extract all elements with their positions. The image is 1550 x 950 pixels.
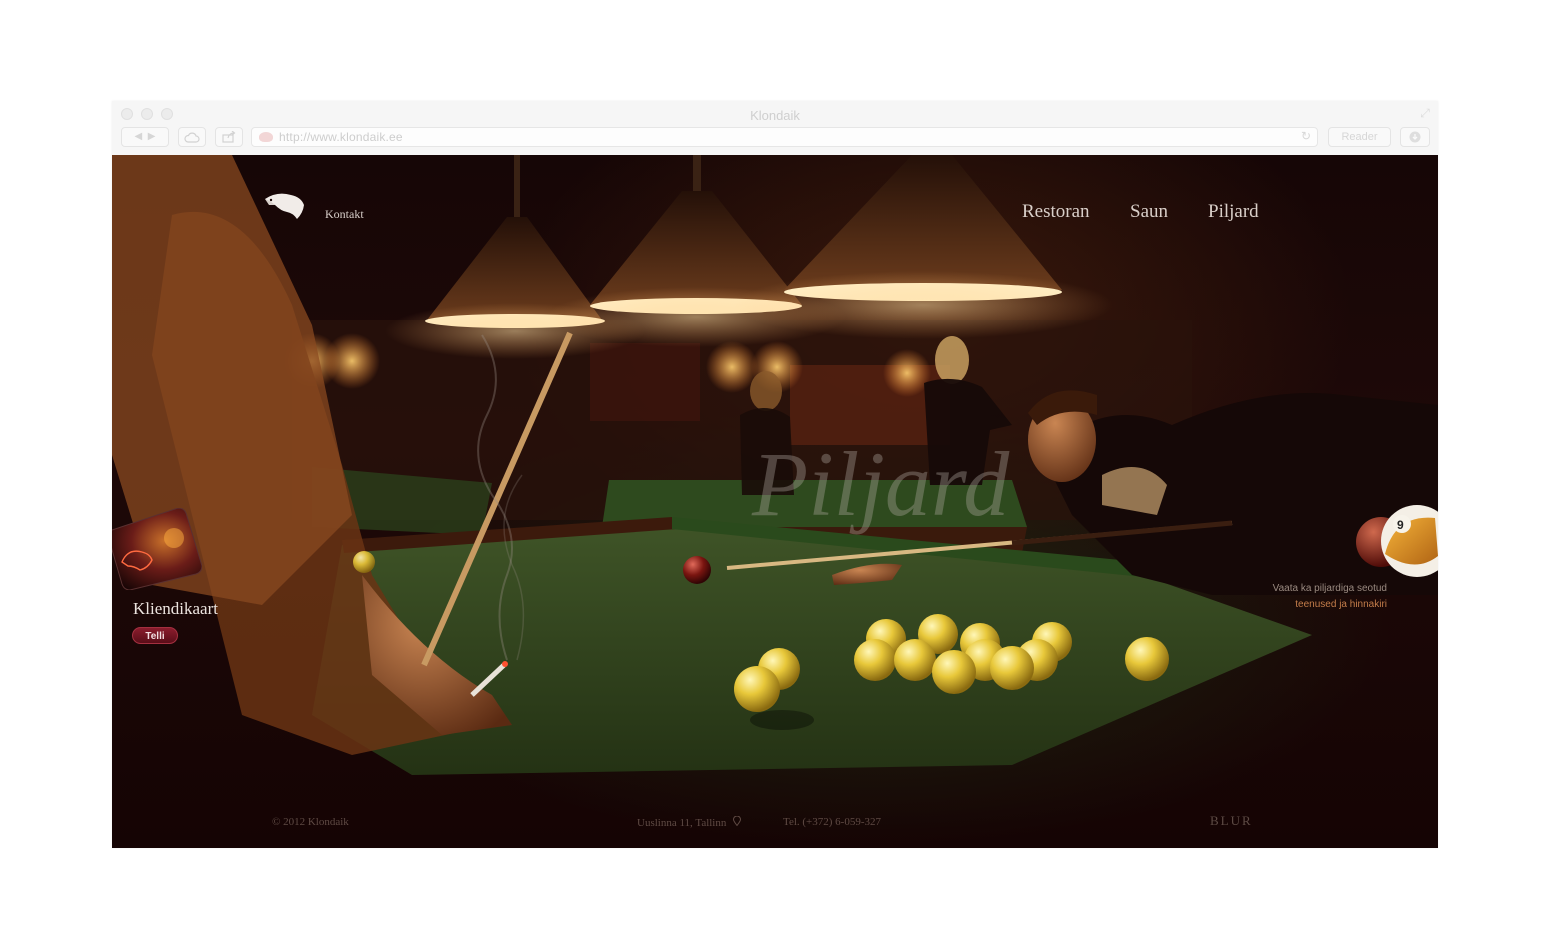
services-link-line1[interactable]: Vaata ka piljardiga seotud: [1273, 581, 1387, 597]
address-text[interactable]: Uuslinna 11, Tallinn: [637, 817, 726, 829]
icloud-tabs-button[interactable]: [178, 127, 206, 147]
reader-button[interactable]: Reader: [1328, 127, 1391, 147]
cloud-icon: [184, 132, 200, 143]
footer-phone: Tel. (+372) 6-059-327: [783, 816, 881, 828]
blur-agency-logo[interactable]: BLUR: [1210, 813, 1253, 829]
downloads-button[interactable]: [1400, 127, 1430, 147]
services-link-line2[interactable]: teenused ja hinnakiri: [1273, 597, 1387, 613]
browser-window: Klondaik ⤢ ◀ ▶ http://www.klondaik.ee ↻ …: [112, 101, 1438, 848]
piljard-services-link[interactable]: Vaata ka piljardiga seotud teenused ja h…: [1273, 581, 1387, 613]
back-forward-buttons[interactable]: ◀ ▶: [121, 127, 169, 147]
site-favicon-icon: [259, 132, 273, 142]
address-bar[interactable]: http://www.klondaik.ee ↻: [251, 127, 1318, 147]
back-arrow-icon[interactable]: ◀: [135, 131, 143, 142]
svg-text:9: 9: [1397, 518, 1404, 532]
nine-ball-icon[interactable]: 9: [1355, 504, 1438, 582]
nav-saun[interactable]: Saun: [1130, 201, 1168, 223]
reload-icon[interactable]: ↻: [1301, 129, 1311, 143]
forward-arrow-icon[interactable]: ▶: [148, 131, 156, 142]
kontakt-link[interactable]: Kontakt: [325, 207, 364, 222]
footer-address[interactable]: Uuslinna 11, Tallinn: [637, 815, 742, 829]
browser-toolbar: Klondaik ⤢ ◀ ▶ http://www.klondaik.ee ↻ …: [112, 101, 1438, 156]
eagle-logo-icon[interactable]: [263, 191, 305, 221]
page-viewport: Piljard Kontakt Restoran Saun Piljard Kl…: [112, 155, 1438, 848]
order-card-button[interactable]: Telli: [132, 627, 178, 644]
nav-restoran[interactable]: Restoran: [1022, 201, 1090, 223]
download-icon: [1409, 131, 1421, 143]
share-icon: [222, 130, 236, 143]
billiards-hero-image: Piljard: [112, 155, 1438, 775]
fullscreen-icon[interactable]: ⤢: [1418, 106, 1432, 120]
window-title: Klondaik: [750, 108, 800, 123]
url-text[interactable]: http://www.klondaik.ee: [279, 130, 403, 144]
client-card-title: Kliendikaart: [133, 599, 218, 618]
nav-piljard[interactable]: Piljard: [1208, 201, 1259, 223]
map-pin-icon[interactable]: [733, 815, 742, 827]
share-button[interactable]: [215, 127, 243, 147]
footer-copyright: © 2012 Klondaik: [272, 816, 349, 828]
client-card-image[interactable]: [112, 508, 202, 590]
hero-script-title: Piljard: [751, 433, 1010, 535]
